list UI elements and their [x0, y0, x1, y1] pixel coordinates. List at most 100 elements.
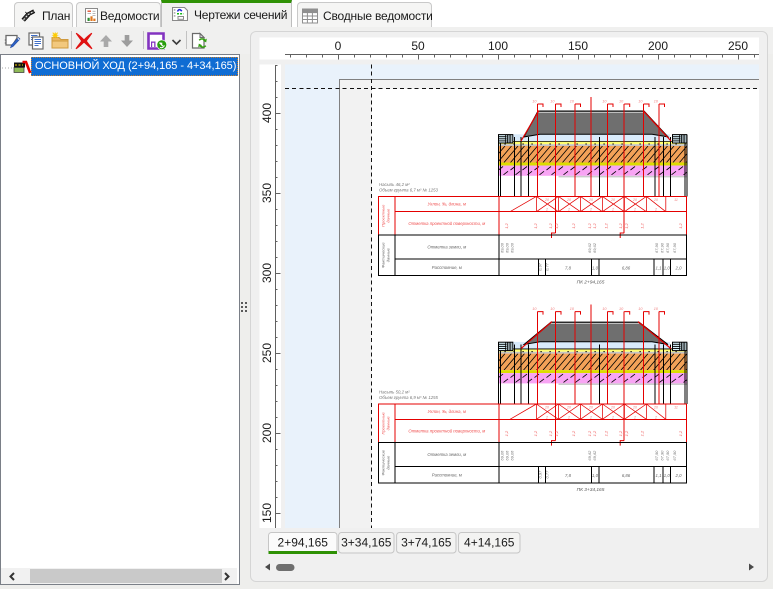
svg-text:1,1: 1,1	[656, 473, 663, 478]
svg-text:2: 2	[545, 208, 548, 212]
svg-text:1,2: 1,2	[571, 430, 576, 436]
svg-text:Отметка земли, м: Отметка земли, м	[427, 245, 466, 250]
svg-text:1,2: 1,2	[624, 222, 629, 228]
svg-text:ПК 3+34,165: ПК 3+34,165	[577, 487, 605, 493]
svg-text:67,90: 67,90	[654, 450, 659, 461]
svg-text:2: 2	[633, 415, 636, 419]
svg-text:67,90: 67,90	[654, 242, 659, 253]
svg-text:Объем грунта 6,7 м³ № 1253: Объем грунта 6,7 м³ № 1253	[379, 188, 439, 193]
svg-text:300: 300	[260, 263, 274, 283]
svg-text:100: 100	[488, 39, 508, 53]
svg-text:2+94,165: 2+94,165	[278, 536, 329, 550]
svg-text:1,0: 1,0	[592, 265, 599, 270]
svg-text:250: 250	[260, 343, 274, 363]
svg-text:Расстояние, м: Расстояние, м	[432, 265, 462, 270]
svg-text:11: 11	[674, 198, 678, 202]
svg-text:данные: данные	[386, 208, 391, 223]
svg-text:1,2: 1,2	[533, 430, 538, 436]
svg-text:1,2: 1,2	[592, 222, 597, 228]
svg-text:0,97: 0,97	[538, 470, 543, 479]
svg-text:1,2: 1,2	[504, 430, 509, 436]
svg-text:1,0: 1,0	[664, 265, 671, 270]
svg-text:данные: данные	[386, 247, 391, 262]
svg-text:20: 20	[610, 198, 615, 202]
svg-text:6,86: 6,86	[622, 473, 631, 478]
svg-text:1,2: 1,2	[624, 430, 629, 436]
svg-text:50: 50	[411, 39, 425, 53]
svg-text:67,90: 67,90	[660, 242, 665, 253]
svg-text:2: 2	[654, 415, 657, 419]
svg-text:2: 2	[654, 208, 657, 212]
svg-text:1,2: 1,2	[604, 222, 609, 228]
svg-text:2: 2	[545, 415, 548, 419]
svg-text:67,90: 67,90	[672, 242, 677, 253]
svg-text:20: 20	[544, 198, 549, 202]
svg-text:200: 200	[260, 423, 274, 443]
svg-text:ПК 2+94,165: ПК 2+94,165	[577, 280, 605, 286]
svg-text:1,2: 1,2	[592, 430, 597, 436]
svg-text:Отметка земли, м: Отметка земли, м	[427, 452, 466, 457]
svg-text:1,1: 1,1	[656, 265, 663, 270]
svg-text:Уклон, ‰, длина, м: Уклон, ‰, длина, м	[428, 409, 466, 414]
svg-text:Насыпь 50,2 м²: Насыпь 50,2 м²	[379, 390, 410, 395]
svg-text:1,0: 1,0	[664, 473, 671, 478]
svg-text:2: 2	[567, 208, 570, 212]
svg-text:1,2: 1,2	[678, 222, 683, 228]
svg-text:0,77: 0,77	[545, 262, 550, 271]
svg-text:0: 0	[335, 39, 342, 53]
svg-text:1,2: 1,2	[533, 222, 538, 228]
svg-text:0,77: 0,77	[545, 470, 550, 479]
svg-text:Объем грунта 6,9 м³ № 1255: Объем грунта 6,9 м³ № 1255	[379, 395, 439, 400]
svg-text:1,2: 1,2	[640, 222, 645, 228]
svg-text:67,90: 67,90	[660, 450, 665, 461]
svg-text:20: 20	[588, 406, 593, 410]
svg-text:2: 2	[633, 208, 636, 212]
svg-text:6,86: 6,86	[622, 265, 631, 270]
svg-text:2,0: 2,0	[675, 265, 683, 270]
svg-text:3+34,165: 3+34,165	[341, 536, 392, 550]
svg-text:2: 2	[611, 415, 614, 419]
svg-text:69,06: 69,06	[510, 450, 515, 461]
svg-text:20: 20	[566, 406, 571, 410]
svg-text:Отметка проектной поверхности,: Отметка проектной поверхности, м	[408, 429, 485, 434]
svg-text:7,8: 7,8	[565, 265, 572, 270]
svg-text:20: 20	[566, 198, 571, 202]
svg-text:3+74,165: 3+74,165	[401, 536, 452, 550]
svg-text:2: 2	[589, 415, 592, 419]
svg-text:1,2: 1,2	[618, 430, 623, 436]
svg-text:1,2: 1,2	[548, 222, 553, 228]
svg-text:20: 20	[653, 406, 658, 410]
svg-text:67,90: 67,90	[665, 450, 670, 461]
svg-text:2: 2	[567, 415, 570, 419]
svg-text:250: 250	[728, 39, 748, 53]
svg-text:7,8: 7,8	[565, 473, 572, 478]
svg-text:150: 150	[568, 39, 588, 53]
svg-text:20: 20	[632, 406, 637, 410]
svg-text:350: 350	[260, 183, 274, 203]
svg-text:200: 200	[648, 39, 668, 53]
svg-text:20: 20	[632, 198, 637, 202]
svg-text:1,2: 1,2	[548, 430, 553, 436]
svg-text:69,62: 69,62	[592, 450, 597, 461]
svg-text:1,2: 1,2	[640, 430, 645, 436]
svg-text:69,62: 69,62	[592, 242, 597, 253]
svg-text:2,0: 2,0	[675, 473, 683, 478]
svg-text:Уклон, ‰, длина, м: Уклон, ‰, длина, м	[428, 202, 466, 207]
svg-text:1,0: 1,0	[592, 473, 599, 478]
svg-text:1,2: 1,2	[618, 222, 623, 228]
svg-text:69,06: 69,06	[510, 242, 515, 253]
svg-text:Отметка проектной поверхности,: Отметка проектной поверхности, м	[408, 221, 485, 226]
svg-text:данные: данные	[386, 416, 391, 431]
svg-text:20: 20	[610, 406, 615, 410]
svg-text:67,90: 67,90	[672, 450, 677, 461]
svg-text:1,2: 1,2	[678, 430, 683, 436]
svg-text:1,2: 1,2	[604, 430, 609, 436]
svg-text:данные: данные	[386, 455, 391, 470]
svg-text:400: 400	[260, 103, 274, 123]
svg-text:11: 11	[674, 406, 678, 410]
svg-text:2: 2	[611, 208, 614, 212]
svg-text:67,90: 67,90	[665, 242, 670, 253]
svg-text:1,2: 1,2	[571, 222, 576, 228]
svg-text:Насыпь 46,2 м²: Насыпь 46,2 м²	[379, 182, 410, 187]
svg-text:20: 20	[653, 198, 658, 202]
